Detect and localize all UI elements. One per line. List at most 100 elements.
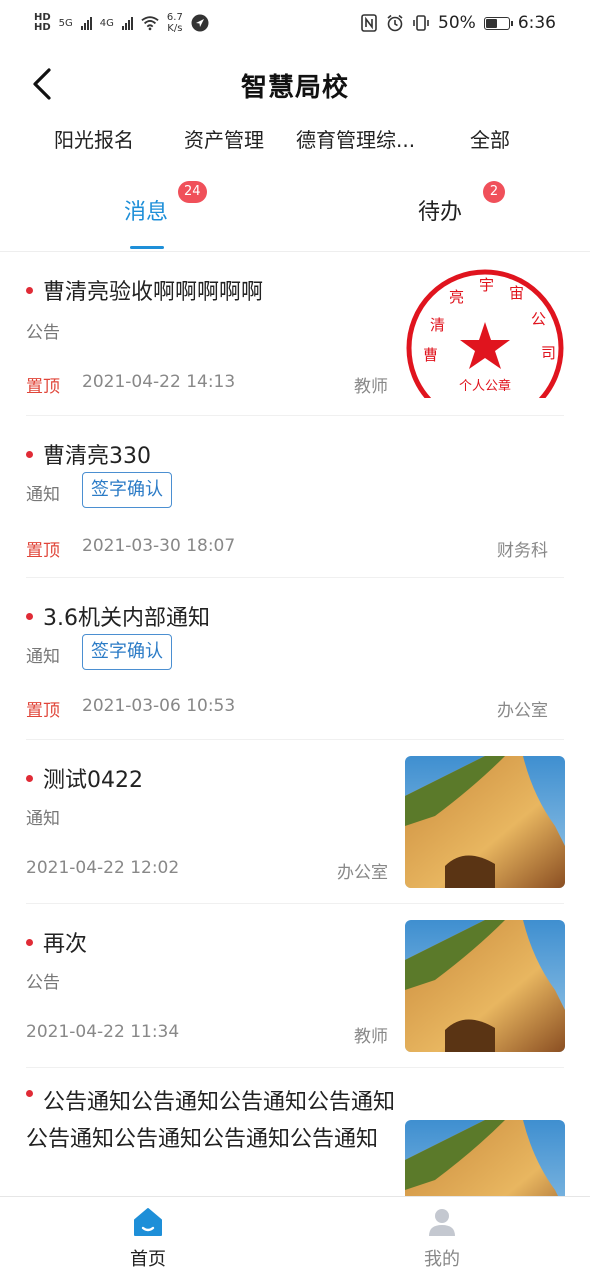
vibrate-icon [412, 14, 430, 32]
seal-char: 宇 [479, 276, 494, 294]
message-title-text: 3.6机关内部通知 [43, 606, 210, 631]
message-list: 曹清亮验收啊啊啊啊啊 公告 置顶 2021-04-22 14:13 教师 曹 清… [0, 252, 590, 1196]
back-button[interactable] [24, 66, 60, 102]
seal-char: 亮 [449, 288, 464, 306]
sign-confirm-tag[interactable]: 签字确认 [82, 634, 172, 670]
message-item[interactable]: 测试0422 通知 2021-04-22 12:02 办公室 [26, 740, 565, 904]
unread-dot [26, 938, 33, 946]
location-icon [191, 14, 209, 32]
tab-todo[interactable]: 待办 [418, 194, 462, 226]
pinned-label: 置顶 [26, 541, 60, 561]
seal-char: 清 [430, 316, 445, 334]
network-4g-label: 4G [99, 17, 114, 29]
speed-unit: K/s [167, 23, 183, 34]
status-right: 50% 6:36 [360, 13, 556, 33]
seal-bottom-text: 个人公章 [459, 378, 511, 394]
messages-count-badge: 24 [178, 181, 207, 203]
unread-dot [26, 450, 33, 458]
message-item[interactable]: 公告通知公告通知公告通知公告通知公告通知公告通知公告通知公告通知 [26, 1068, 565, 1196]
nav-home[interactable]: 首页 [88, 1197, 208, 1278]
seal-char: 公 [531, 310, 546, 328]
alarm-icon [386, 14, 404, 32]
network-5g-label: 5G [58, 17, 73, 29]
nav-mine[interactable]: 我的 [382, 1197, 502, 1278]
nav-home-label: 首页 [130, 1249, 166, 1270]
message-department: 教师 [354, 1027, 388, 1047]
message-title: 再次 [26, 926, 87, 958]
message-tabs: 消息 24 待办 2 [0, 176, 590, 252]
signal-icon-2 [121, 16, 133, 30]
bottom-nav: 首页 我的 [0, 1196, 590, 1278]
message-title: 测试0422 [26, 762, 143, 794]
signal-icon [80, 16, 92, 30]
active-tab-indicator [130, 246, 164, 249]
rock-landscape-image [405, 1120, 565, 1196]
seal-thumbnail[interactable]: 曹 清 亮 宇 宙 公 司 个人公章 [405, 264, 565, 398]
message-time: 2021-03-06 10:53 [82, 696, 236, 716]
page-title: 智慧局校 [240, 72, 349, 103]
message-type: 公告 [26, 323, 60, 343]
header: 智慧局校 [0, 56, 590, 114]
message-time: 2021-03-30 18:07 [82, 536, 236, 556]
tab-messages[interactable]: 消息 [124, 194, 168, 226]
status-left: HD HD 5G 4G 6.7 K/s [34, 12, 209, 34]
status-bar: HD HD 5G 4G 6.7 K/s 50% 6:36 [0, 0, 590, 46]
message-time: 2021-04-22 14:13 [82, 372, 236, 392]
message-department: 财务科 [497, 541, 548, 561]
seal-char: 司 [541, 344, 556, 362]
message-item[interactable]: 曹清亮验收啊啊啊啊啊 公告 置顶 2021-04-22 14:13 教师 曹 清… [26, 252, 565, 416]
message-title-text: 曹清亮验收啊啊啊啊啊 [43, 280, 264, 305]
seal-image: 曹 清 亮 宇 宙 公 司 个人公章 [406, 269, 564, 398]
home-icon [134, 1208, 162, 1236]
seal-char: 宙 [509, 284, 524, 302]
rock-landscape-image [405, 920, 565, 1052]
sign-confirm-tag[interactable]: 签字确认 [82, 472, 172, 508]
message-department: 办公室 [337, 863, 388, 883]
message-department: 教师 [354, 377, 388, 397]
message-department: 办公室 [497, 701, 548, 721]
category-all[interactable]: 全部 [470, 124, 510, 153]
chevron-left-icon [33, 68, 51, 100]
battery-fill [485, 18, 497, 28]
message-item[interactable]: 再次 公告 2021-04-22 11:34 教师 [26, 904, 565, 1068]
todo-count-badge: 2 [483, 181, 505, 203]
message-time: 2021-04-22 11:34 [26, 1022, 180, 1042]
unread-dot [26, 286, 33, 294]
message-item[interactable]: 3.6机关内部通知 通知 签字确认 置顶 2021-03-06 10:53 办公… [26, 578, 564, 740]
pinned-label: 置顶 [26, 701, 60, 721]
message-time: 2021-04-22 12:02 [26, 858, 180, 878]
message-title: 曹清亮330 [26, 438, 151, 470]
unread-dot [26, 774, 33, 782]
seal-char: 曹 [423, 346, 438, 364]
message-type: 通知 [26, 647, 60, 667]
category-moral-education[interactable]: 德育管理综... [296, 124, 415, 153]
network-speed: 6.7 K/s [167, 12, 183, 34]
category-sunshine-enrollment[interactable]: 阳光报名 [54, 124, 134, 153]
message-type: 通知 [26, 809, 60, 829]
message-type: 通知 [26, 485, 60, 505]
wifi-icon [141, 14, 159, 32]
nfc-icon [360, 14, 378, 32]
landscape-thumbnail[interactable] [405, 1120, 565, 1196]
message-title-text: 再次 [43, 932, 88, 957]
battery-percent: 50% [438, 13, 476, 33]
category-asset-management[interactable]: 资产管理 [184, 124, 264, 153]
message-item[interactable]: 曹清亮330 通知 签字确认 置顶 2021-03-30 18:07 财务科 [26, 416, 564, 578]
rock-landscape-image [405, 756, 565, 888]
landscape-thumbnail[interactable] [405, 756, 565, 888]
pinned-label: 置顶 [26, 377, 60, 397]
user-icon [429, 1209, 455, 1236]
landscape-thumbnail[interactable] [405, 920, 565, 1052]
hd-indicator-2: HD [34, 22, 51, 33]
message-title-text: 公告通知公告通知公告通知公告通知公告通知公告通知公告通知公告通知 [26, 1090, 396, 1152]
speed-value: 6.7 [166, 12, 183, 23]
message-title: 曹清亮验收啊啊啊啊啊 [26, 274, 263, 306]
message-title-text: 测试0422 [43, 768, 143, 793]
nav-mine-label: 我的 [424, 1249, 460, 1270]
message-title: 3.6机关内部通知 [26, 600, 210, 632]
message-type: 公告 [26, 973, 60, 993]
unread-dot [26, 612, 33, 620]
clock: 6:36 [517, 13, 556, 33]
category-strip: 阳光报名 资产管理 德育管理综... 全部 [0, 116, 590, 160]
message-title-text: 曹清亮330 [43, 444, 151, 469]
